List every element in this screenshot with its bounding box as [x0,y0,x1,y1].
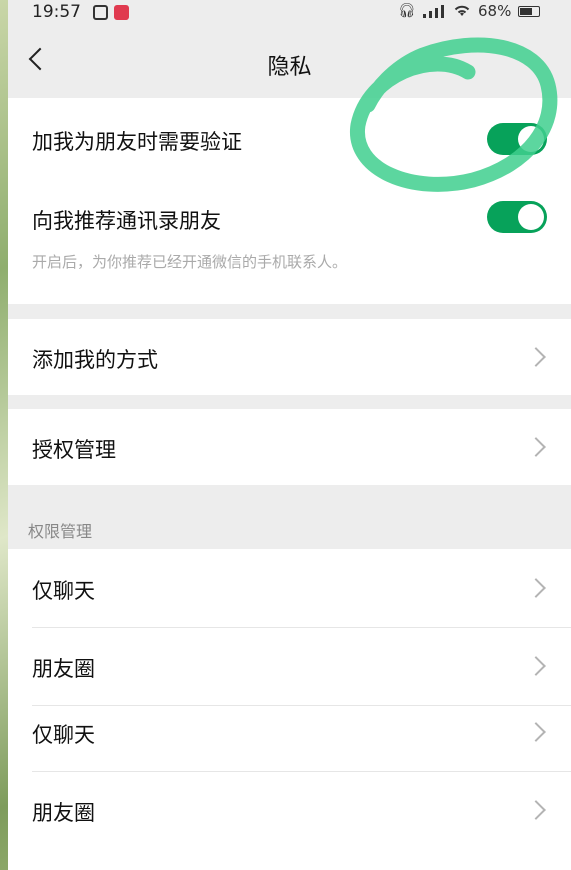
nav-bar: 隐私 [8,26,571,98]
verify-toggle[interactable] [487,123,547,155]
recommend-toggle[interactable] [487,201,547,233]
chevron-right-icon [526,656,546,676]
page-title: 隐私 [267,55,312,80]
app-notification-icon [93,5,108,20]
battery-icon [518,6,540,17]
app-notification-icon-red [114,5,129,20]
auth-management-label: 授权管理 [32,438,116,462]
status-time: 19:57 [32,2,81,22]
signal-icon [423,5,444,18]
chevron-right-icon [526,437,546,457]
permission-item-label: 仅聊天 [32,723,95,747]
chevron-right-icon [526,722,546,742]
chevron-right-icon [526,578,546,598]
recommend-hint: 开启后，为你推荐已经开通微信的手机联系人。 [32,253,348,271]
toggle-knob [518,204,544,230]
battery-percent: 68% [478,2,512,20]
add-me-label: 添加我的方式 [32,348,158,372]
divider [32,771,571,772]
permission-item-label: 仅聊天 [32,579,95,603]
wifi-icon [454,5,470,16]
permission-section-header: 权限管理 [28,522,93,541]
chevron-right-icon [526,800,546,820]
permission-item-label: 朋友圈 [32,657,95,681]
status-bar: 19:57 🎧︎ 68% [8,0,571,26]
add-me-row[interactable]: 添加我的方式 [8,319,571,395]
permission-item-label: 朋友圈 [32,801,95,825]
auth-management-row[interactable]: 授权管理 [8,409,571,485]
verify-label: 加我为朋友时需要验证 [32,130,242,154]
friend-verify-section: 加我为朋友时需要验证 向我推荐通讯录朋友 开启后，为你推荐已经开通微信的手机联系… [8,98,571,304]
headphones-icon: 🎧︎ [398,3,416,19]
divider [32,705,571,706]
recommend-label: 向我推荐通讯录朋友 [32,209,221,233]
toggle-knob [518,126,544,152]
phone-screen: 19:57 🎧︎ 68% 隐私 加我为朋友时需要验证 向我推荐通讯录朋友 开启后… [8,0,571,870]
permission-list: 仅聊天 朋友圈 仅聊天 朋友圈 [8,549,571,870]
divider [32,627,571,628]
chevron-right-icon [526,347,546,367]
